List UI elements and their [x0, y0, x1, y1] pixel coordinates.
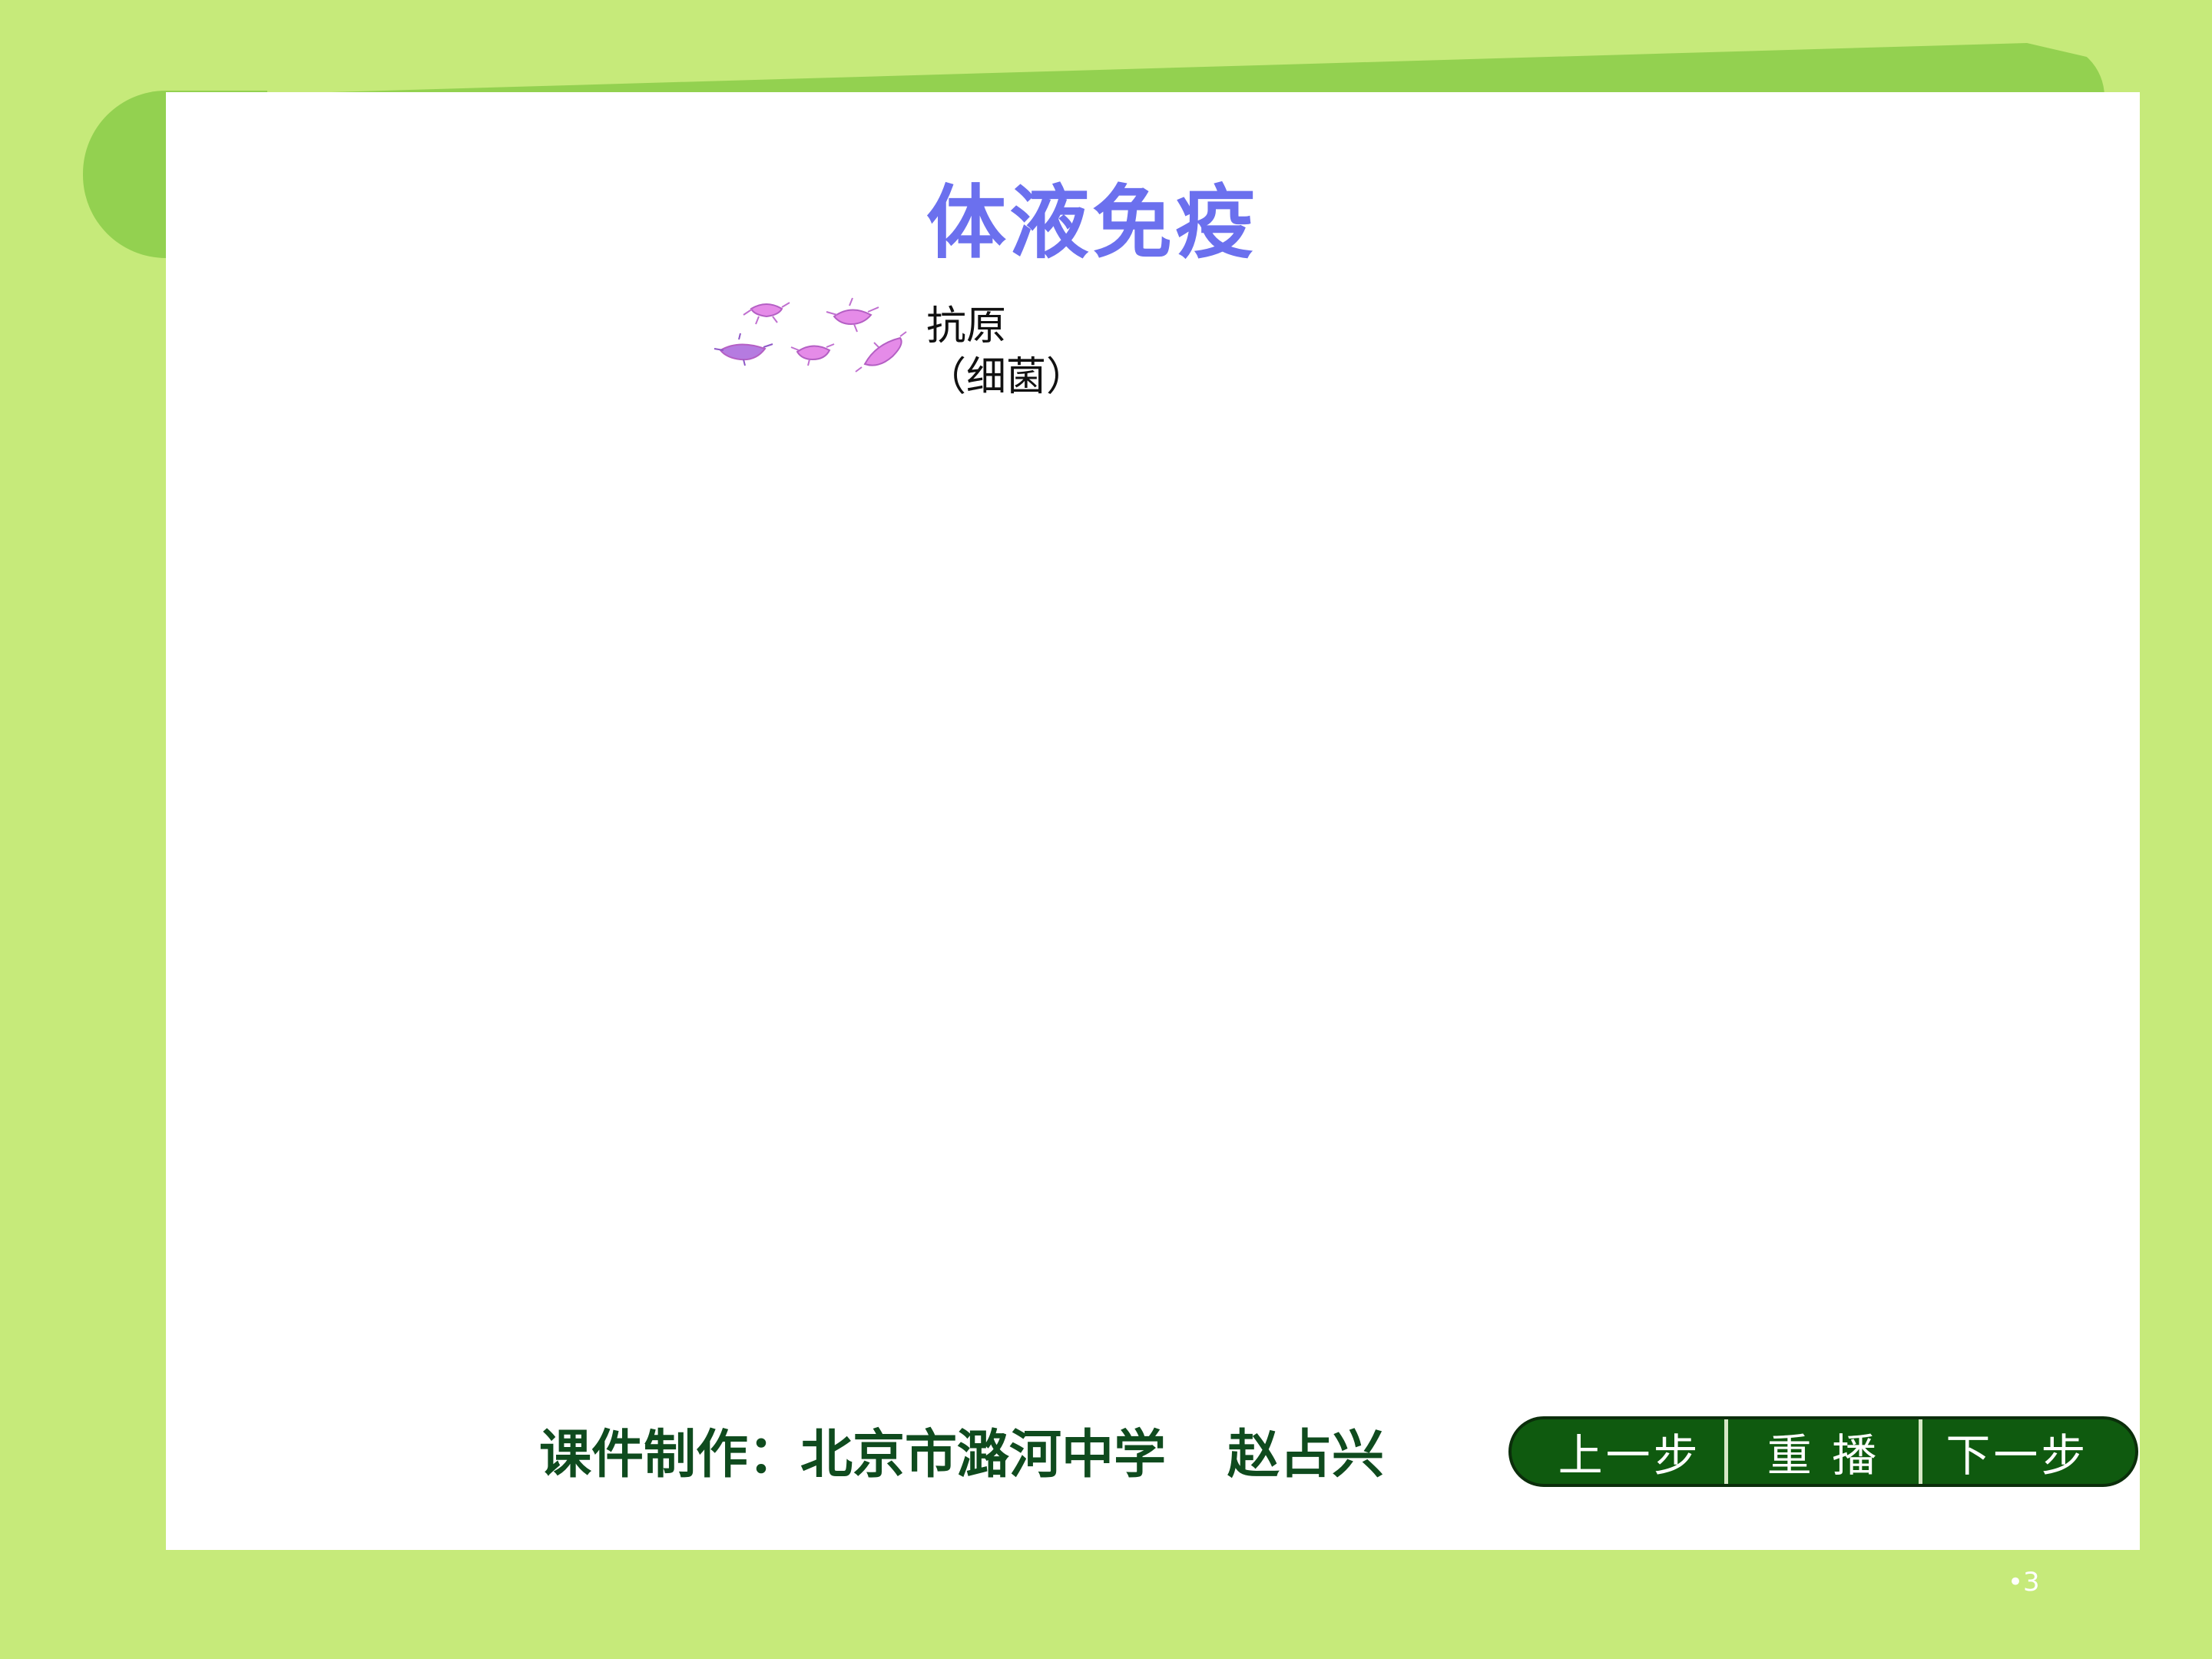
antigen-label: 抗原 （细菌） [926, 301, 1086, 402]
antigen-label-line1: 抗原 [926, 303, 1007, 349]
navigation-button-group: 上一步 重 播 下一步 [1508, 1416, 2138, 1487]
slide-title: 体液免疫 [926, 176, 1258, 270]
courseware-credit: 课件制作：北京市潞河中学 赵占兴 [539, 1412, 1384, 1488]
slide-canvas: 体液免疫 抗原 （细菌） 课件制作：北京市潞河中学 赵占兴 上一步 重 播 下一步 [166, 92, 2140, 1550]
next-step-button[interactable]: 下一步 [1922, 1419, 2135, 1484]
page-number: •3 [2008, 1567, 2040, 1598]
bacteria-cluster-icon [714, 297, 907, 373]
credit-maker: 课件制作：北京市潞河中学 [539, 1425, 1167, 1485]
prev-step-button[interactable]: 上一步 [1512, 1419, 1729, 1484]
antigen-label-line2: （细菌） [926, 354, 1087, 400]
replay-button[interactable]: 重 播 [1728, 1419, 1922, 1484]
credit-author: 赵占兴 [1227, 1425, 1385, 1485]
